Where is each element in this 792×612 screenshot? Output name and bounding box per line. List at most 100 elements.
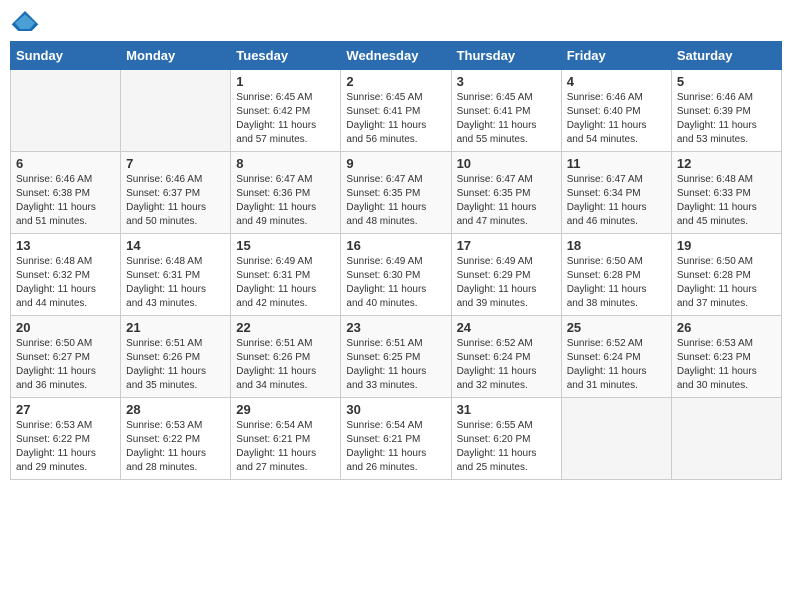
calendar-cell: 25 Sunrise: 6:52 AM Sunset: 6:24 PM Dayli… [561, 316, 671, 398]
day-number: 29 [236, 402, 335, 417]
calendar-cell: 10 Sunrise: 6:47 AM Sunset: 6:35 PM Dayli… [451, 152, 561, 234]
day-number: 17 [457, 238, 556, 253]
day-number: 3 [457, 74, 556, 89]
calendar-cell: 4Sunrise: 6:46 AM Sunset: 6:40 PM Daylig… [561, 70, 671, 152]
calendar-cell [561, 398, 671, 480]
calendar-cell [121, 70, 231, 152]
calendar-week-1: 1 Sunrise: 6:45 AM Sunset: 6:42 PM Daylig… [11, 70, 782, 152]
day-number: 1 [236, 74, 335, 89]
day-info: Sunrise: 6:45 AM Sunset: 6:41 PM Dayligh… [457, 91, 556, 147]
day-number: 25 [567, 320, 666, 335]
calendar-cell: 26Sunrise: 6:53 AM Sunset: 6:23 PM Dayli… [671, 316, 781, 398]
day-info: Sunrise: 6:49 AM Sunset: 6:29 PM Dayligh… [457, 255, 556, 311]
day-info: Sunrise: 6:46 AM Sunset: 6:38 PM Dayligh… [16, 173, 115, 229]
day-info: Sunrise: 6:46 AM Sunset: 6:37 PM Dayligh… [126, 173, 225, 229]
calendar-cell: 3 Sunrise: 6:45 AM Sunset: 6:41 PM Daylig… [451, 70, 561, 152]
day-info: Sunrise: 6:47 AM Sunset: 6:35 PM Dayligh… [346, 173, 445, 229]
day-info: Sunrise: 6:53 AM Sunset: 6:22 PM Dayligh… [126, 419, 225, 475]
day-number: 14 [126, 238, 225, 253]
calendar-cell: 7 Sunrise: 6:46 AM Sunset: 6:37 PM Daylig… [121, 152, 231, 234]
day-info: Sunrise: 6:54 AM Sunset: 6:21 PM Dayligh… [236, 419, 335, 475]
day-number: 7 [126, 156, 225, 171]
calendar-cell: 21 Sunrise: 6:51 AM Sunset: 6:26 PM Dayli… [121, 316, 231, 398]
calendar-cell: 30 Sunrise: 6:54 AM Sunset: 6:21 PM Dayli… [341, 398, 451, 480]
day-info: Sunrise: 6:52 AM Sunset: 6:24 PM Dayligh… [567, 337, 666, 393]
header-wednesday: Wednesday [341, 42, 451, 70]
day-info: Sunrise: 6:48 AM Sunset: 6:32 PM Dayligh… [16, 255, 115, 311]
day-number: 6 [16, 156, 115, 171]
day-info: Sunrise: 6:48 AM Sunset: 6:31 PM Dayligh… [126, 255, 225, 311]
header-thursday: Thursday [451, 42, 561, 70]
day-info: Sunrise: 6:55 AM Sunset: 6:20 PM Dayligh… [457, 419, 556, 475]
day-number: 2 [346, 74, 445, 89]
day-number: 4 [567, 74, 666, 89]
day-number: 16 [346, 238, 445, 253]
calendar-cell: 20Sunrise: 6:50 AM Sunset: 6:27 PM Dayli… [11, 316, 121, 398]
day-info: Sunrise: 6:47 AM Sunset: 6:35 PM Dayligh… [457, 173, 556, 229]
day-number: 5 [677, 74, 776, 89]
day-info: Sunrise: 6:52 AM Sunset: 6:24 PM Dayligh… [457, 337, 556, 393]
day-number: 13 [16, 238, 115, 253]
day-number: 9 [346, 156, 445, 171]
day-info: Sunrise: 6:47 AM Sunset: 6:34 PM Dayligh… [567, 173, 666, 229]
calendar-cell: 24 Sunrise: 6:52 AM Sunset: 6:24 PM Dayli… [451, 316, 561, 398]
day-number: 10 [457, 156, 556, 171]
calendar-cell: 11 Sunrise: 6:47 AM Sunset: 6:34 PM Dayli… [561, 152, 671, 234]
calendar-cell: 6 Sunrise: 6:46 AM Sunset: 6:38 PM Daylig… [11, 152, 121, 234]
day-number: 12 [677, 156, 776, 171]
day-number: 8 [236, 156, 335, 171]
calendar-cell: 19Sunrise: 6:50 AM Sunset: 6:28 PM Dayli… [671, 234, 781, 316]
calendar-cell: 12 Sunrise: 6:48 AM Sunset: 6:33 PM Dayli… [671, 152, 781, 234]
day-number: 11 [567, 156, 666, 171]
day-info: Sunrise: 6:49 AM Sunset: 6:31 PM Dayligh… [236, 255, 335, 311]
calendar-cell: 1 Sunrise: 6:45 AM Sunset: 6:42 PM Daylig… [231, 70, 341, 152]
logo [10, 10, 44, 31]
calendar-cell: 29 Sunrise: 6:54 AM Sunset: 6:21 PM Dayli… [231, 398, 341, 480]
calendar-table: SundayMondayTuesdayWednesdayThursdayFrid… [10, 41, 782, 480]
day-number: 24 [457, 320, 556, 335]
day-info: Sunrise: 6:51 AM Sunset: 6:25 PM Dayligh… [346, 337, 445, 393]
day-info: Sunrise: 6:53 AM Sunset: 6:23 PM Dayligh… [677, 337, 776, 393]
header-friday: Friday [561, 42, 671, 70]
calendar-week-5: 27 Sunrise: 6:53 AM Sunset: 6:22 PM Dayli… [11, 398, 782, 480]
day-info: Sunrise: 6:48 AM Sunset: 6:33 PM Dayligh… [677, 173, 776, 229]
day-number: 15 [236, 238, 335, 253]
calendar-cell: 16Sunrise: 6:49 AM Sunset: 6:30 PM Dayli… [341, 234, 451, 316]
day-info: Sunrise: 6:50 AM Sunset: 6:28 PM Dayligh… [567, 255, 666, 311]
calendar-cell: 2 Sunrise: 6:45 AM Sunset: 6:41 PM Daylig… [341, 70, 451, 152]
calendar-cell [671, 398, 781, 480]
calendar-cell: 8 Sunrise: 6:47 AM Sunset: 6:36 PM Daylig… [231, 152, 341, 234]
calendar-cell: 23 Sunrise: 6:51 AM Sunset: 6:25 PM Dayli… [341, 316, 451, 398]
calendar-cell: 9 Sunrise: 6:47 AM Sunset: 6:35 PM Daylig… [341, 152, 451, 234]
calendar-cell: 28 Sunrise: 6:53 AM Sunset: 6:22 PM Dayli… [121, 398, 231, 480]
day-number: 27 [16, 402, 115, 417]
day-info: Sunrise: 6:45 AM Sunset: 6:41 PM Dayligh… [346, 91, 445, 147]
header-tuesday: Tuesday [231, 42, 341, 70]
day-info: Sunrise: 6:51 AM Sunset: 6:26 PM Dayligh… [126, 337, 225, 393]
day-info: Sunrise: 6:50 AM Sunset: 6:27 PM Dayligh… [16, 337, 115, 393]
day-number: 30 [346, 402, 445, 417]
calendar-cell: 5 Sunrise: 6:46 AM Sunset: 6:39 PM Daylig… [671, 70, 781, 152]
calendar-week-3: 13 Sunrise: 6:48 AM Sunset: 6:32 PM Dayli… [11, 234, 782, 316]
calendar-cell: 17 Sunrise: 6:49 AM Sunset: 6:29 PM Dayli… [451, 234, 561, 316]
day-number: 28 [126, 402, 225, 417]
header-monday: Monday [121, 42, 231, 70]
day-info: Sunrise: 6:50 AM Sunset: 6:28 PM Dayligh… [677, 255, 776, 311]
calendar-header-row: SundayMondayTuesdayWednesdayThursdayFrid… [11, 42, 782, 70]
calendar-cell: 18Sunrise: 6:50 AM Sunset: 6:28 PM Dayli… [561, 234, 671, 316]
day-info: Sunrise: 6:45 AM Sunset: 6:42 PM Dayligh… [236, 91, 335, 147]
day-number: 21 [126, 320, 225, 335]
calendar-cell: 15 Sunrise: 6:49 AM Sunset: 6:31 PM Dayli… [231, 234, 341, 316]
day-info: Sunrise: 6:47 AM Sunset: 6:36 PM Dayligh… [236, 173, 335, 229]
day-number: 23 [346, 320, 445, 335]
calendar-cell: 27Sunrise: 6:53 AM Sunset: 6:22 PM Dayli… [11, 398, 121, 480]
day-info: Sunrise: 6:46 AM Sunset: 6:39 PM Dayligh… [677, 91, 776, 147]
logo-icon [10, 11, 40, 31]
calendar-week-4: 20Sunrise: 6:50 AM Sunset: 6:27 PM Dayli… [11, 316, 782, 398]
day-info: Sunrise: 6:51 AM Sunset: 6:26 PM Dayligh… [236, 337, 335, 393]
header-saturday: Saturday [671, 42, 781, 70]
day-info: Sunrise: 6:54 AM Sunset: 6:21 PM Dayligh… [346, 419, 445, 475]
calendar-cell: 22Sunrise: 6:51 AM Sunset: 6:26 PM Dayli… [231, 316, 341, 398]
calendar-cell [11, 70, 121, 152]
calendar-cell: 14 Sunrise: 6:48 AM Sunset: 6:31 PM Dayli… [121, 234, 231, 316]
